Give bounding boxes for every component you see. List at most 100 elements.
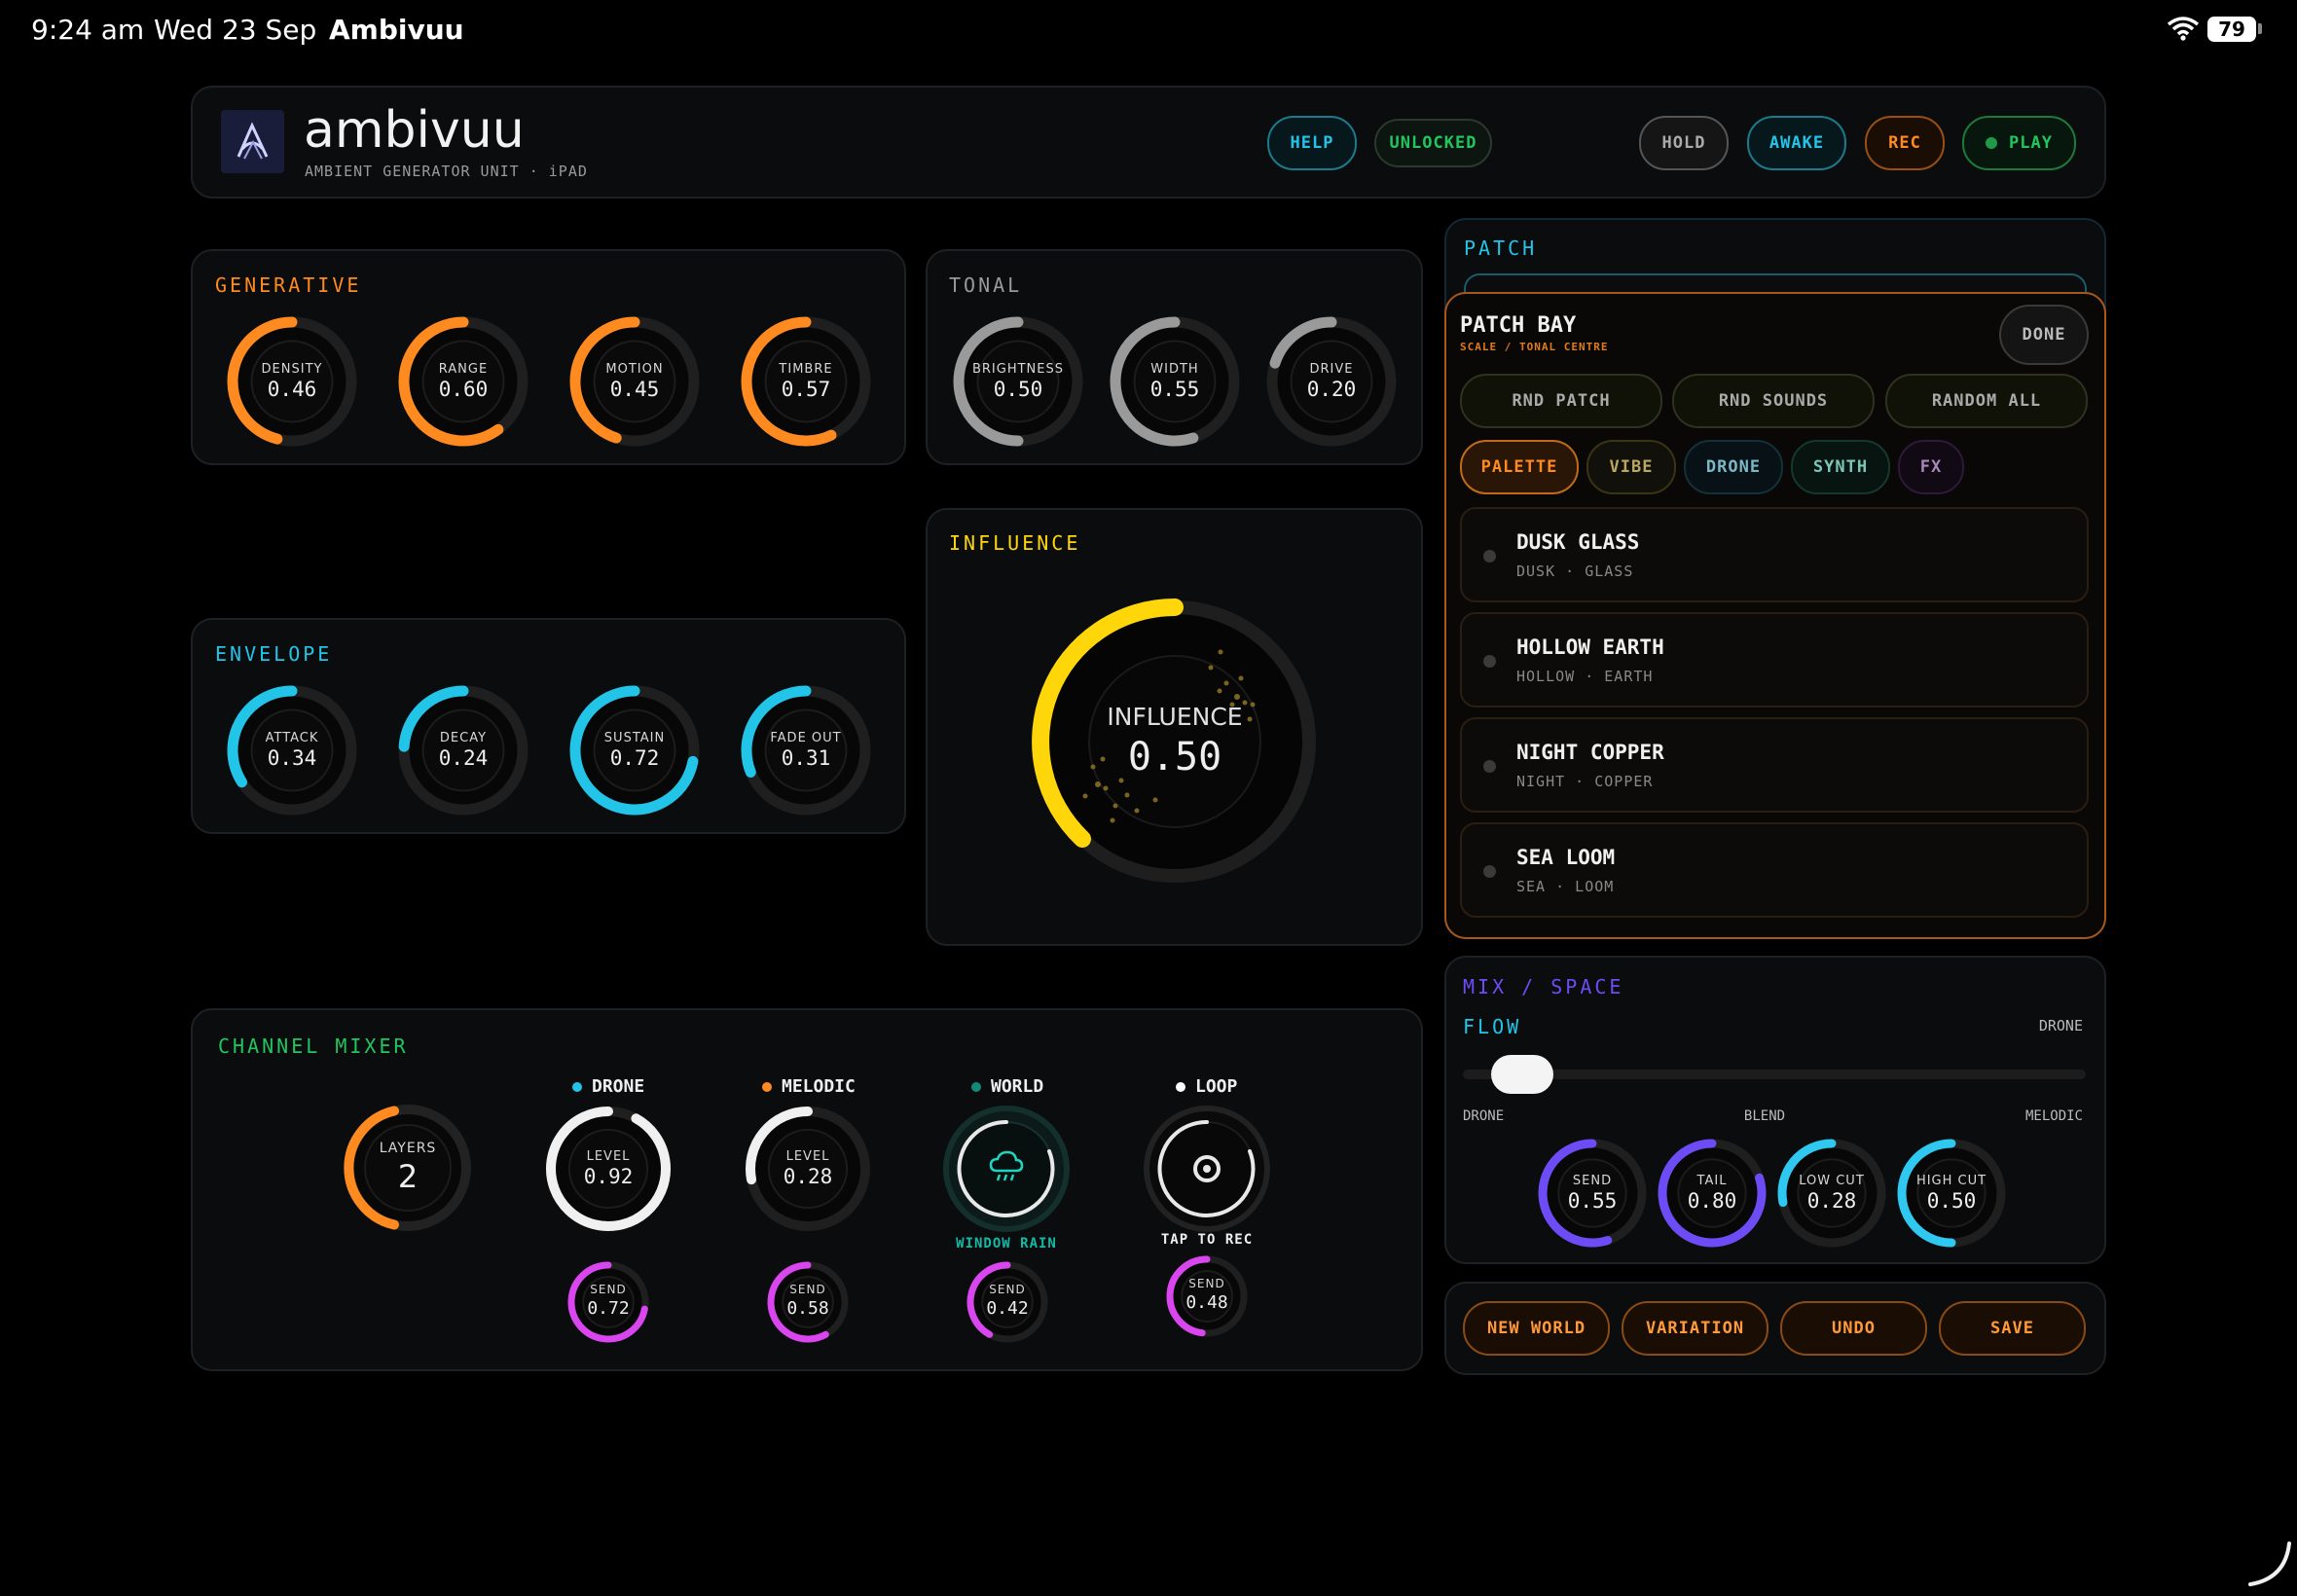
tonal-knob-value: 0.20 — [1306, 378, 1357, 401]
patch-item-subtitle: HOLLOW · EARTH — [1516, 668, 1654, 685]
patch-item-subtitle: DUSK · GLASS — [1516, 562, 1634, 580]
world-dot-icon — [971, 1081, 981, 1092]
envelope-knob-value: 0.24 — [438, 746, 489, 770]
world-sound-button[interactable] — [940, 1103, 1073, 1235]
flow-slider[interactable] — [1463, 1055, 2086, 1094]
envelope-title: ENVELOPE — [215, 642, 333, 666]
generative-knob[interactable]: MOTION 0.45 — [566, 313, 703, 450]
melodic-level-knob-value: 0.28 — [783, 1165, 833, 1188]
channel-send-knob-value: 0.58 — [786, 1298, 829, 1319]
flow-mid: BLEND — [1743, 1108, 1786, 1124]
influence-knob[interactable]: INFLUENCE 0.50 — [1029, 596, 1321, 888]
flow-slider-track — [1463, 1070, 2086, 1079]
envelope-knob-value: 0.72 — [609, 746, 660, 770]
tab-fx[interactable]: FX — [1898, 440, 1964, 494]
tonal-knob-value: 0.50 — [993, 378, 1043, 401]
flow-label: FLOW — [1463, 1015, 1522, 1038]
world-caption: WINDOW RAIN — [956, 1236, 1057, 1251]
unlocked-badge[interactable]: UNLOCKED — [1374, 119, 1492, 167]
hold-button[interactable]: HOLD — [1639, 116, 1729, 170]
tab-palette[interactable]: PALETTE — [1460, 440, 1579, 494]
envelope-knob[interactable]: ATTACK 0.34 — [224, 682, 360, 818]
patch-item-title: SEA LOOM — [1516, 846, 1616, 869]
mix-space-knob-value: 0.55 — [1567, 1189, 1618, 1213]
flow-slider-thumb[interactable] — [1491, 1055, 1553, 1094]
patch-item-dot — [1483, 655, 1496, 668]
loop-record-button[interactable] — [1141, 1103, 1273, 1235]
patch-bay-subtitle: SCALE / TONAL CENTRE — [1460, 341, 1609, 353]
tab-vibe[interactable]: VIBE — [1586, 440, 1676, 494]
melodic-level-knob-label: LEVEL — [785, 1149, 830, 1164]
mix-space-knob[interactable]: TAIL 0.80 — [1654, 1135, 1770, 1251]
melodic-level-knob[interactable]: LEVEL 0.28 — [742, 1103, 874, 1235]
generative-knob-value: 0.46 — [267, 378, 317, 401]
random-all-button[interactable]: RANDOM ALL — [1885, 374, 2088, 428]
channel-world-header: WORLD — [971, 1076, 1043, 1097]
drone-dot-icon — [572, 1081, 582, 1092]
channel-drone-name: DRONE — [592, 1076, 645, 1097]
layers-knob[interactable]: LAYERS 2 — [342, 1102, 474, 1234]
melodic-dot-icon — [762, 1081, 772, 1092]
patch-bay-title: PATCH BAY — [1460, 313, 1577, 338]
influence-knob-label: INFLUENCE — [1107, 703, 1243, 731]
app-title: ambivuu — [304, 101, 525, 160]
save-button[interactable]: SAVE — [1939, 1301, 2086, 1356]
patch-item-title: HOLLOW EARTH — [1516, 635, 1664, 659]
generative-knob-label: RANGE — [438, 362, 489, 377]
envelope-knob[interactable]: SUSTAIN 0.72 — [566, 682, 703, 818]
tonal-knob[interactable]: BRIGHTNESS 0.50 — [950, 313, 1086, 450]
generative-knob[interactable]: DENSITY 0.46 — [224, 313, 360, 450]
tonal-knob[interactable]: WIDTH 0.55 — [1107, 313, 1243, 450]
rec-button[interactable]: REC — [1865, 116, 1945, 170]
channel-send-knob-label: SEND — [789, 1283, 826, 1296]
channel-send-knob[interactable]: SEND 0.72 — [563, 1256, 654, 1348]
generative-knob-value: 0.57 — [781, 378, 831, 401]
rnd-sounds-button[interactable]: RND SOUNDS — [1672, 374, 1875, 428]
drone-level-knob[interactable]: LEVEL 0.92 — [542, 1103, 675, 1235]
rnd-patch-button[interactable]: RND PATCH — [1460, 374, 1662, 428]
status-time: 9:24 am — [31, 14, 145, 46]
generative-knob[interactable]: TIMBRE 0.57 — [738, 313, 874, 450]
mix-space-knob[interactable]: HIGH CUT 0.50 — [1893, 1135, 2010, 1251]
app-logo — [221, 110, 284, 173]
tonal-knob[interactable]: DRIVE 0.20 — [1263, 313, 1400, 450]
channel-send-knob-label: SEND — [989, 1283, 1026, 1296]
patch-item-subtitle: NIGHT · COPPER — [1516, 773, 1654, 790]
help-button[interactable]: HELP — [1267, 116, 1357, 170]
envelope-knob-value: 0.31 — [781, 746, 831, 770]
undo-button[interactable]: UNDO — [1780, 1301, 1927, 1356]
channel-drone-header: DRONE — [572, 1076, 644, 1097]
resize-handle-icon[interactable] — [2244, 1540, 2293, 1588]
envelope-knob[interactable]: DECAY 0.24 — [395, 682, 531, 818]
mix-space-knob[interactable]: LOW CUT 0.28 — [1773, 1135, 1890, 1251]
channel-send-knob[interactable]: SEND 0.48 — [1161, 1251, 1253, 1342]
play-button[interactable]: PLAY — [1962, 116, 2076, 170]
mix-space-knob-value: 0.50 — [1926, 1189, 1977, 1213]
awake-button[interactable]: AWAKE — [1747, 116, 1846, 170]
variation-button[interactable]: VARIATION — [1622, 1301, 1768, 1356]
mix-space-knob[interactable]: SEND 0.55 — [1534, 1135, 1651, 1251]
channel-send-knob[interactable]: SEND 0.42 — [962, 1256, 1053, 1348]
play-label: PLAY — [2009, 133, 2053, 153]
tab-synth[interactable]: SYNTH — [1791, 440, 1890, 494]
patch-item[interactable]: SEA LOOM SEA · LOOM — [1460, 822, 2089, 918]
mix-space-knob-value: 0.80 — [1687, 1189, 1737, 1213]
new-world-button[interactable]: NEW WORLD — [1463, 1301, 1610, 1356]
mix-space-knob-label: HIGH CUT — [1915, 1174, 1987, 1188]
drone-level-knob-label: LEVEL — [586, 1149, 631, 1164]
envelope-knob[interactable]: FADE OUT 0.31 — [738, 682, 874, 818]
mix-space-knob-value: 0.28 — [1806, 1189, 1857, 1213]
generative-knob[interactable]: RANGE 0.60 — [395, 313, 531, 450]
patch-item[interactable]: HOLLOW EARTH HOLLOW · EARTH — [1460, 612, 2089, 707]
patch-item[interactable]: DUSK GLASS DUSK · GLASS — [1460, 507, 2089, 602]
channel-loop-header: LOOP — [1176, 1076, 1237, 1097]
layers-value: 2 — [397, 1158, 419, 1195]
channel-loop-name: LOOP — [1195, 1076, 1238, 1097]
patch-item[interactable]: NIGHT COPPER NIGHT · COPPER — [1460, 717, 2089, 813]
tab-drone[interactable]: DRONE — [1684, 440, 1783, 494]
channel-send-knob[interactable]: SEND 0.58 — [762, 1256, 854, 1348]
layers-label: LAYERS — [379, 1141, 437, 1156]
loop-caption: TAP TO REC — [1160, 1232, 1254, 1248]
done-button[interactable]: DONE — [1999, 305, 2089, 365]
envelope-knob-label: FADE OUT — [770, 731, 842, 745]
